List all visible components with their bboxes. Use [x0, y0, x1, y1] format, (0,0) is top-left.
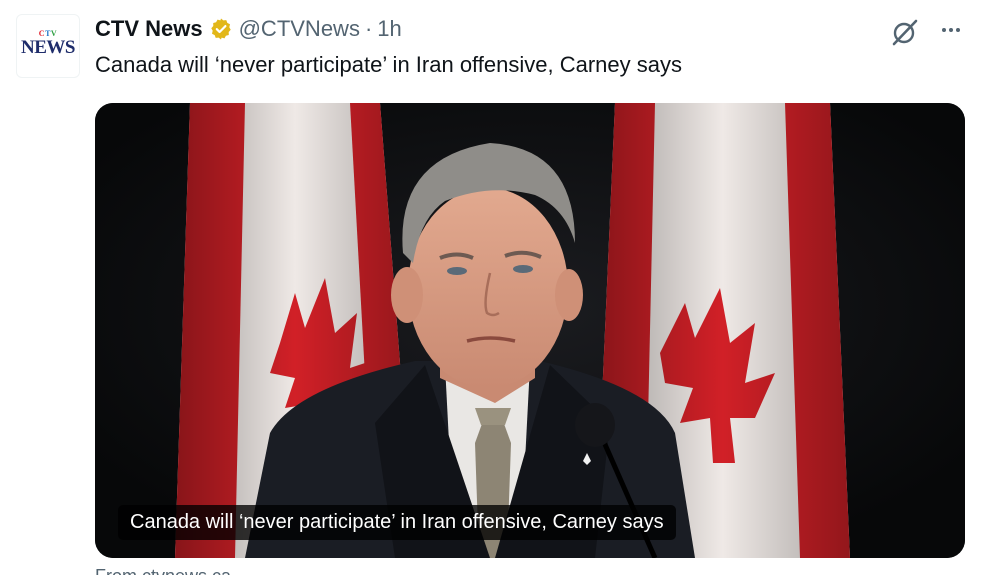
tweet-text: Canada will ‘never participate’ in Iran …: [95, 52, 682, 77]
verified-badge-icon[interactable]: [209, 17, 233, 41]
media-caption: Canada will ‘never participate’ in Iran …: [118, 505, 676, 540]
account-avatar[interactable]: CTV NEWS: [16, 14, 80, 78]
tweet-media-photo[interactable]: [95, 103, 965, 558]
more-options-icon[interactable]: [935, 16, 967, 44]
link-source-text[interactable]: From ctvnews.ca: [95, 565, 231, 575]
account-handle[interactable]: @CTVNews: [239, 16, 360, 42]
tweet-timestamp[interactable]: 1h: [377, 16, 401, 42]
display-name[interactable]: CTV News: [95, 16, 203, 42]
grok-icon[interactable]: [889, 16, 921, 48]
press-conference-photo: [95, 103, 965, 558]
avatar-logo-news: NEWS: [21, 37, 75, 58]
separator-dot: ·: [364, 16, 373, 41]
tweet-header: CTV News @CTVNews · 1h: [95, 12, 402, 46]
